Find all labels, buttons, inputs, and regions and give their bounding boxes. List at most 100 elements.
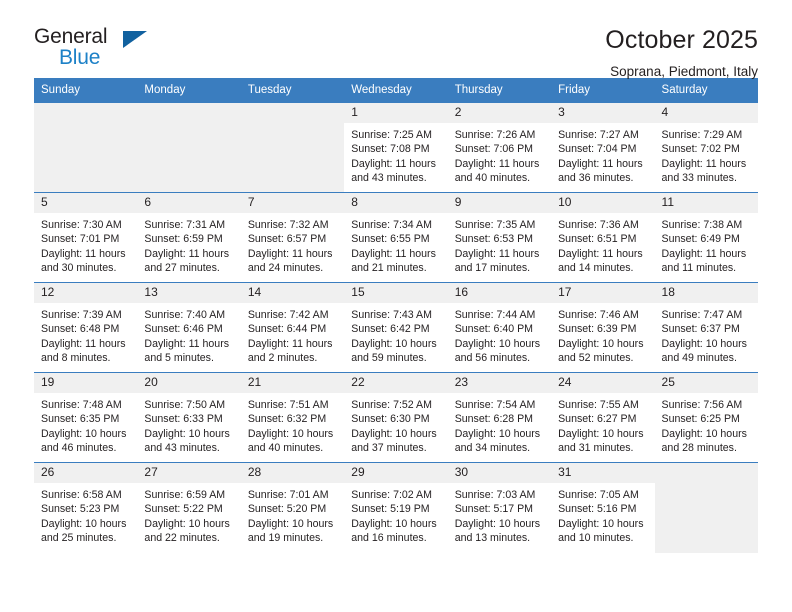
- calendar-day-cell[interactable]: 21 Sunrise: 7:51 AM Sunset: 6:32 PM Dayligh…: [240, 372, 345, 463]
- day-cell-content: 12 Sunrise: 7:39 AM Sunset: 6:48 PM Dayligh…: [34, 283, 138, 372]
- calendar-day-cell[interactable]: 3 Sunrise: 7:27 AM Sunset: 7:04 PM Daylight…: [551, 102, 655, 193]
- calendar-day-cell[interactable]: 23 Sunrise: 7:54 AM Sunset: 6:28 PM Dayligh…: [447, 372, 552, 463]
- sunset-text: Sunset: 6:48 PM: [41, 323, 120, 336]
- sun-info: Sunrise: 7:03 AM Sunset: 5:17 PM Daylight:…: [448, 483, 551, 546]
- calendar-grid: Sunday Monday Tuesday Wednesday Thursday Frid…: [34, 78, 758, 553]
- daylight-text-line2: and 46 minutes.: [41, 442, 117, 455]
- sun-info: Sunrise: 7:44 AM Sunset: 6:40 PM Daylight:…: [448, 303, 551, 366]
- daylight-text-line1: Daylight: 10 hours: [454, 427, 541, 440]
- sun-info: Sunrise: 7:56 AM Sunset: 6:25 PM Daylight:…: [655, 393, 758, 456]
- sunrise-text: Sunrise: 7:55 AM: [558, 398, 639, 411]
- calendar-day-cell[interactable]: 15 Sunrise: 7:43 AM Sunset: 6:42 PM Dayligh…: [344, 282, 448, 373]
- day-number: 7: [240, 193, 345, 213]
- calendar-day-cell[interactable]: 2 Sunrise: 7:26 AM Sunset: 7:06 PM Daylight…: [447, 102, 552, 193]
- sun-info: Sunrise: 7:34 AM Sunset: 6:55 PM Daylight:…: [344, 213, 447, 276]
- daylight-text-line1: Daylight: 11 hours: [351, 157, 436, 170]
- daylight-text-line1: Daylight: 10 hours: [351, 337, 437, 350]
- sunset-text: Sunset: 5:20 PM: [247, 503, 327, 516]
- day-number: 15: [344, 283, 448, 303]
- day-number: 25: [654, 373, 758, 393]
- daylight-text-line1: Daylight: 11 hours: [558, 157, 643, 170]
- calendar-day-cell[interactable]: 4 Sunrise: 7:29 AM Sunset: 7:02 PM Daylight…: [654, 102, 758, 193]
- calendar-day-cell[interactable]: 31 Sunrise: 7:05 AM Sunset: 5:16 PM Dayligh…: [551, 462, 655, 553]
- day-cell-content: 6 Sunrise: 7:31 AM Sunset: 6:59 PM Daylight…: [137, 193, 241, 282]
- day-number: 13: [137, 283, 241, 303]
- day-number: 2: [447, 103, 552, 123]
- calendar-day-cell[interactable]: 26 Sunrise: 6:58 AM Sunset: 5:23 PM Dayligh…: [34, 462, 138, 553]
- calendar-day-cell[interactable]: 1 Sunrise: 7:25 AM Sunset: 7:08 PM Daylight…: [344, 102, 448, 193]
- calendar-day-cell[interactable]: 10 Sunrise: 7:36 AM Sunset: 6:51 PM Dayligh…: [551, 192, 655, 283]
- day-cell-content: 21 Sunrise: 7:51 AM Sunset: 6:32 PM Dayligh…: [240, 373, 345, 462]
- calendar-day-cell[interactable]: 14 Sunrise: 7:42 AM Sunset: 6:44 PM Dayligh…: [240, 282, 345, 373]
- calendar-day-cell[interactable]: 30 Sunrise: 7:03 AM Sunset: 5:17 PM Dayligh…: [447, 462, 552, 553]
- calendar-day-cell[interactable]: 7 Sunrise: 7:32 AM Sunset: 6:57 PM Daylight…: [240, 192, 345, 283]
- calendar-day-cell[interactable]: 19 Sunrise: 7:48 AM Sunset: 6:35 PM Dayligh…: [34, 372, 138, 463]
- sunset-text: Sunset: 7:04 PM: [558, 143, 637, 156]
- day-number: 14: [240, 283, 345, 303]
- sunrise-text: Sunrise: 7:36 AM: [558, 218, 639, 231]
- calendar-day-cell[interactable]: 22 Sunrise: 7:52 AM Sunset: 6:30 PM Dayligh…: [344, 372, 448, 463]
- sun-info: Sunrise: 7:36 AM Sunset: 6:51 PM Daylight:…: [551, 213, 654, 276]
- sun-info: Sunrise: 7:35 AM Sunset: 6:53 PM Daylight:…: [448, 213, 551, 276]
- day-cell-content: 1 Sunrise: 7:25 AM Sunset: 7:08 PM Daylight…: [344, 103, 448, 192]
- sunrise-text: Sunrise: 7:02 AM: [351, 488, 432, 501]
- daylight-text-line2: and 59 minutes.: [351, 352, 427, 365]
- daylight-text-line2: and 31 minutes.: [558, 442, 634, 455]
- page-title: October 2025: [605, 26, 758, 54]
- daylight-text-line2: and 49 minutes.: [661, 352, 737, 365]
- calendar-day-cell[interactable]: 24 Sunrise: 7:55 AM Sunset: 6:27 PM Dayligh…: [551, 372, 655, 463]
- weekday-header-tuesday: Tuesday: [240, 78, 345, 103]
- weekday-header-row: Sunday Monday Tuesday Wednesday Thursday Frid…: [34, 78, 758, 103]
- sunset-text: Sunset: 6:35 PM: [41, 413, 120, 426]
- day-number: 17: [551, 283, 655, 303]
- logo-text-general: General: [34, 25, 108, 48]
- day-cell-content: 9 Sunrise: 7:35 AM Sunset: 6:53 PM Daylight…: [447, 193, 552, 282]
- calendar-day-cell[interactable]: 5 Sunrise: 7:30 AM Sunset: 7:01 PM Daylight…: [34, 192, 138, 283]
- daylight-text-line2: and 5 minutes.: [144, 352, 214, 365]
- calendar-day-cell[interactable]: 8 Sunrise: 7:34 AM Sunset: 6:55 PM Daylight…: [344, 192, 448, 283]
- calendar-day-cell[interactable]: 20 Sunrise: 7:50 AM Sunset: 6:33 PM Dayligh…: [137, 372, 241, 463]
- calendar-week-row: 19 Sunrise: 7:48 AM Sunset: 6:35 PM Dayligh…: [34, 372, 758, 463]
- calendar-day-cell[interactable]: 12 Sunrise: 7:39 AM Sunset: 6:48 PM Dayligh…: [34, 282, 138, 373]
- sunset-text: Sunset: 6:37 PM: [661, 323, 740, 336]
- day-cell-content: 13 Sunrise: 7:40 AM Sunset: 6:46 PM Dayligh…: [137, 283, 241, 372]
- calendar-day-cell[interactable]: 25 Sunrise: 7:56 AM Sunset: 6:25 PM Dayligh…: [654, 372, 758, 463]
- calendar-day-cell[interactable]: 18 Sunrise: 7:47 AM Sunset: 6:37 PM Dayligh…: [654, 282, 758, 373]
- calendar-day-cell[interactable]: 9 Sunrise: 7:35 AM Sunset: 6:53 PM Daylight…: [447, 192, 552, 283]
- daylight-text-line2: and 28 minutes.: [661, 442, 737, 455]
- sun-info: Sunrise: 7:46 AM Sunset: 6:39 PM Daylight:…: [551, 303, 654, 366]
- sunrise-text: Sunrise: 7:51 AM: [247, 398, 329, 411]
- sun-info: Sunrise: 7:42 AM Sunset: 6:44 PM Daylight:…: [241, 303, 344, 366]
- day-number: 20: [137, 373, 241, 393]
- logo[interactable]: General Blue: [34, 26, 164, 72]
- day-number: 30: [447, 463, 552, 483]
- day-number: 3: [551, 103, 655, 123]
- daylight-text-line1: Daylight: 11 hours: [247, 247, 333, 260]
- sunrise-text: Sunrise: 7:52 AM: [351, 398, 432, 411]
- calendar-day-cell[interactable]: 17 Sunrise: 7:46 AM Sunset: 6:39 PM Dayligh…: [551, 282, 655, 373]
- calendar-week-row: 26 Sunrise: 6:58 AM Sunset: 5:23 PM Dayligh…: [34, 462, 758, 553]
- daylight-text-line1: Daylight: 10 hours: [454, 517, 541, 530]
- calendar-day-cell[interactable]: 11 Sunrise: 7:38 AM Sunset: 6:49 PM Dayligh…: [654, 192, 758, 283]
- calendar-day-cell[interactable]: 6 Sunrise: 7:31 AM Sunset: 6:59 PM Daylight…: [137, 192, 241, 283]
- day-number: 22: [344, 373, 448, 393]
- day-number: 6: [137, 193, 241, 213]
- daylight-text-line2: and 40 minutes.: [247, 442, 324, 455]
- sunset-text: Sunset: 7:06 PM: [454, 143, 534, 156]
- calendar-day-cell[interactable]: 27 Sunrise: 6:59 AM Sunset: 5:22 PM Dayligh…: [137, 462, 241, 553]
- daylight-text-line1: Daylight: 10 hours: [351, 427, 437, 440]
- daylight-text-line1: Daylight: 10 hours: [558, 337, 644, 350]
- sunset-text: Sunset: 6:53 PM: [454, 233, 534, 246]
- day-number: 10: [551, 193, 655, 213]
- calendar-day-cell[interactable]: 28 Sunrise: 7:01 AM Sunset: 5:20 PM Dayligh…: [240, 462, 345, 553]
- calendar-week-row: 5 Sunrise: 7:30 AM Sunset: 7:01 PM Daylight…: [34, 192, 758, 283]
- calendar-day-cell[interactable]: 13 Sunrise: 7:40 AM Sunset: 6:46 PM Dayligh…: [137, 282, 241, 373]
- daylight-text-line1: Daylight: 10 hours: [351, 517, 437, 530]
- daylight-text-line2: and 10 minutes.: [558, 532, 634, 545]
- calendar-day-cell[interactable]: 29 Sunrise: 7:02 AM Sunset: 5:19 PM Dayligh…: [344, 462, 448, 553]
- weekday-header-sunday: Sunday: [34, 78, 138, 103]
- calendar-day-cell[interactable]: 16 Sunrise: 7:44 AM Sunset: 6:40 PM Dayligh…: [447, 282, 552, 373]
- sun-info: Sunrise: 7:38 AM Sunset: 6:49 PM Daylight:…: [655, 213, 758, 276]
- sunset-text: Sunset: 5:22 PM: [144, 503, 223, 516]
- sunset-text: Sunset: 6:46 PM: [144, 323, 223, 336]
